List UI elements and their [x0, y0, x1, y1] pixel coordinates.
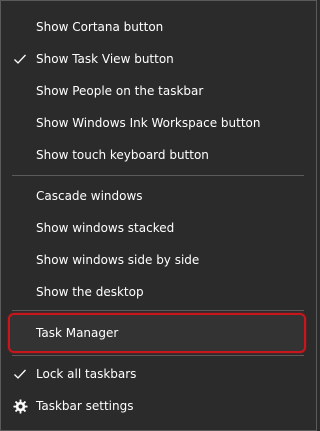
menu-item-label: Show Windows Ink Workspace button: [36, 116, 261, 130]
menu-item-show-windows-stacked[interactable]: Show windows stacked: [1, 213, 316, 243]
menu-item-task-manager[interactable]: Task Manager: [1, 318, 316, 348]
menu-item-label: Show Cortana button: [36, 20, 164, 34]
menu-item-label: Lock all taskbars: [36, 367, 137, 381]
menu-separator: [12, 355, 304, 356]
menu-item-label: Taskbar settings: [36, 399, 134, 413]
menu-item-show-the-desktop[interactable]: Show the desktop: [1, 277, 316, 307]
menu-item-show-touch-keyboard-button[interactable]: Show touch keyboard button: [1, 140, 316, 170]
taskbar-context-menu: Show Cortana button Show Task View butto…: [0, 0, 317, 431]
menu-separator: [12, 175, 304, 176]
menu-item-label: Show Task View button: [36, 52, 174, 66]
menu-item-label: Show windows side by side: [36, 253, 200, 267]
gear-icon: [11, 397, 29, 415]
menu-separator: [12, 310, 304, 311]
menu-item-label: Show People on the taskbar: [36, 84, 204, 98]
menu-item-lock-all-taskbars[interactable]: Lock all taskbars: [1, 359, 316, 389]
menu-item-show-task-view-button[interactable]: Show Task View button: [1, 44, 316, 74]
menu-item-label: Task Manager: [36, 326, 119, 340]
menu-item-show-cortana-button[interactable]: Show Cortana button: [1, 12, 316, 42]
checkmark-icon: [11, 365, 29, 383]
menu-item-show-people-on-taskbar[interactable]: Show People on the taskbar: [1, 76, 316, 106]
menu-item-taskbar-settings[interactable]: Taskbar settings: [1, 391, 316, 421]
menu-item-label: Show windows stacked: [36, 221, 175, 235]
menu-item-show-windows-side-by-side[interactable]: Show windows side by side: [1, 245, 316, 275]
checkmark-icon: [11, 50, 29, 68]
menu-item-cascade-windows[interactable]: Cascade windows: [1, 181, 316, 211]
menu-item-show-windows-ink-workspace-button[interactable]: Show Windows Ink Workspace button: [1, 108, 316, 138]
menu-item-label: Show touch keyboard button: [36, 148, 209, 162]
menu-item-label: Cascade windows: [36, 189, 143, 203]
menu-item-label: Show the desktop: [36, 285, 144, 299]
